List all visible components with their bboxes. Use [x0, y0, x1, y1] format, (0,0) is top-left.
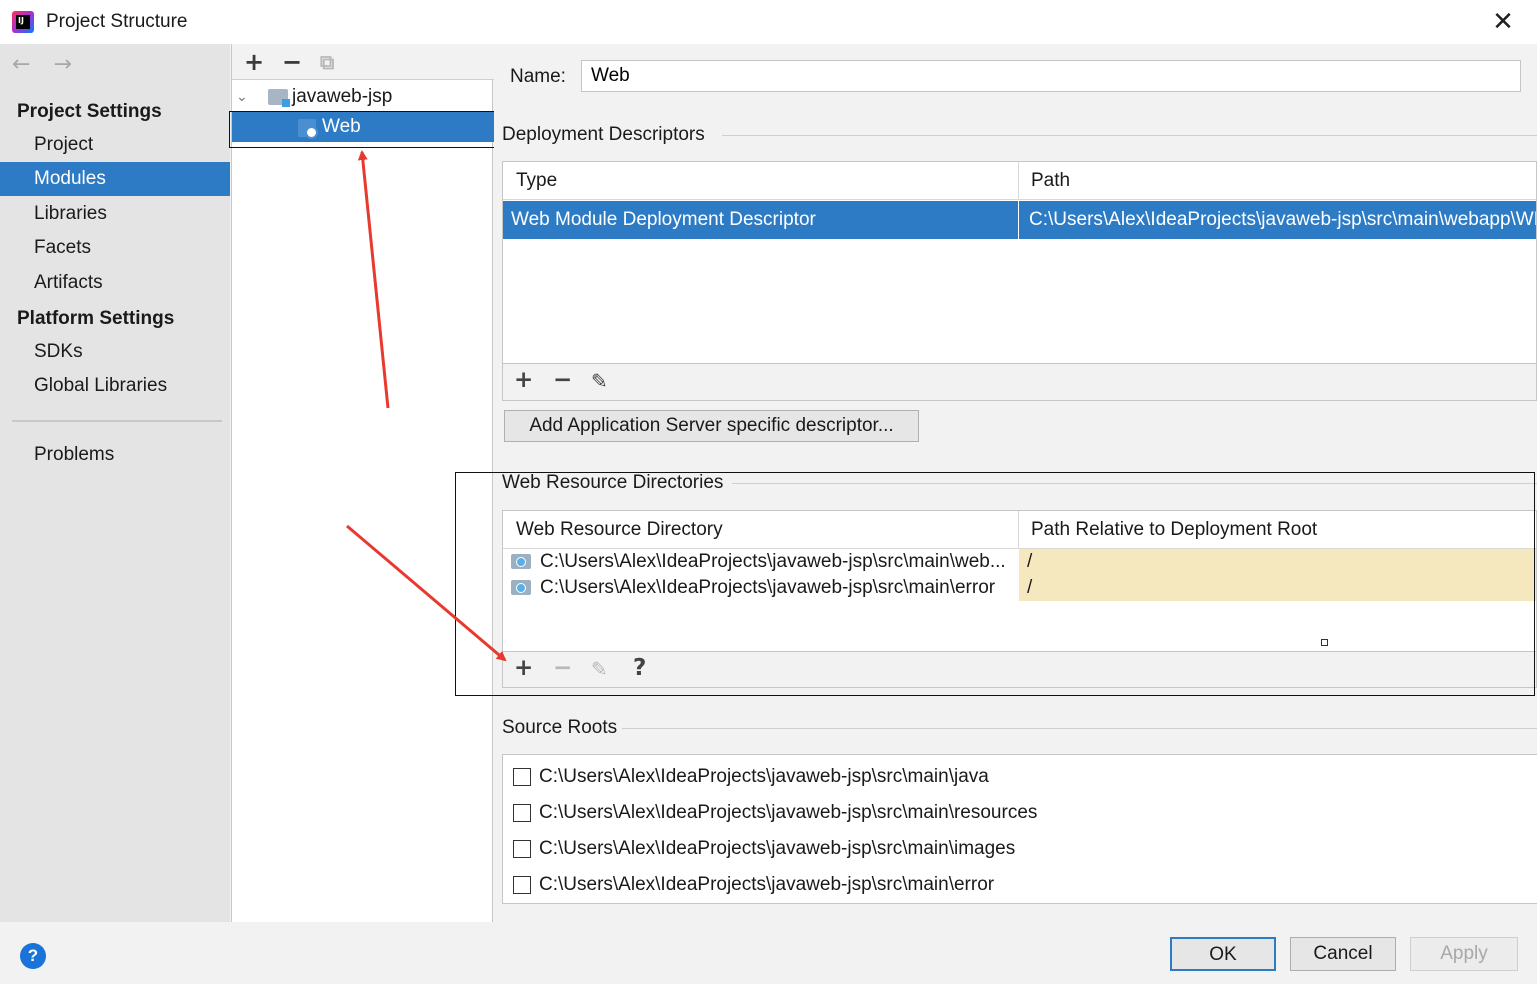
sidebar-divider [12, 420, 222, 422]
sidebar-item-artifacts[interactable]: Artifacts [0, 266, 230, 300]
intellij-logo-icon: IJ [12, 11, 34, 33]
sidebar-item-project[interactable]: Project [0, 128, 230, 162]
apply-button[interactable]: Apply [1410, 937, 1518, 971]
project-settings-heading: Project Settings [17, 101, 162, 122]
tree-node-label: javaweb-jsp [292, 86, 393, 107]
ok-button[interactable]: OK [1170, 937, 1276, 971]
window-title: Project Structure [46, 11, 188, 32]
chevron-down-icon[interactable]: ⌄ [236, 82, 248, 112]
remove-icon[interactable]: − [282, 48, 302, 76]
source-root-item[interactable]: C:\Users\Alex\IdeaProjects\javaweb-jsp\s… [503, 872, 1537, 898]
section-divider [722, 135, 1537, 136]
source-root-path: C:\Users\Alex\IdeaProjects\javaweb-jsp\s… [539, 802, 1038, 823]
tree-node-javaweb-jsp[interactable]: ⌄ javaweb-jsp [232, 82, 494, 112]
tree-toolbar: + − ⧉ [232, 44, 494, 80]
source-root-checkbox[interactable] [513, 840, 531, 858]
source-root-item[interactable]: C:\Users\Alex\IdeaProjects\javaweb-jsp\s… [503, 764, 1537, 790]
table-row-type[interactable]: Web Module Deployment Descriptor [503, 201, 1018, 239]
column-header-type[interactable]: Type [503, 162, 1018, 200]
close-icon[interactable]: ✕ [1489, 8, 1517, 36]
module-folder-icon [268, 89, 290, 107]
source-root-checkbox[interactable] [513, 768, 531, 786]
source-roots-list: C:\Users\Alex\IdeaProjects\javaweb-jsp\s… [502, 754, 1537, 904]
history-nav: ← → [12, 52, 88, 77]
deployment-descriptors-table: Type Path Web Module Deployment Descript… [502, 161, 1537, 401]
cancel-button[interactable]: Cancel [1290, 937, 1396, 971]
back-arrow-icon[interactable]: ← [12, 52, 30, 77]
edit-pencil-icon[interactable]: ✎ [591, 369, 608, 393]
source-root-path: C:\Users\Alex\IdeaProjects\javaweb-jsp\s… [539, 874, 995, 895]
sidebar-item-modules[interactable]: Modules [0, 162, 230, 196]
sidebar-item-libraries[interactable]: Libraries [0, 197, 230, 231]
sidebar-item-sdks[interactable]: SDKs [0, 335, 230, 369]
source-root-checkbox[interactable] [513, 804, 531, 822]
source-root-item[interactable]: C:\Users\Alex\IdeaProjects\javaweb-jsp\s… [503, 800, 1537, 826]
source-root-item[interactable]: C:\Users\Alex\IdeaProjects\javaweb-jsp\s… [503, 836, 1537, 862]
sidebar-item-facets[interactable]: Facets [0, 231, 230, 265]
source-roots-heading: Source Roots [502, 717, 618, 738]
add-server-descriptor-button[interactable]: Add Application Server specific descript… [504, 410, 919, 442]
column-separator [1018, 201, 1019, 239]
forward-arrow-icon[interactable]: → [53, 52, 71, 77]
settings-sidebar: ← → Project Settings Project Modules Lib… [0, 44, 230, 922]
column-header-path[interactable]: Path [1018, 162, 1536, 200]
remove-icon[interactable]: − [553, 367, 572, 393]
name-label: Name: [510, 66, 566, 87]
annotation-highlight-box [455, 472, 1535, 696]
add-icon[interactable]: + [514, 367, 533, 393]
platform-settings-heading: Platform Settings [17, 308, 175, 329]
annotation-highlight-box [229, 111, 508, 148]
column-separator [1018, 162, 1019, 200]
source-root-checkbox[interactable] [513, 876, 531, 894]
source-root-path: C:\Users\Alex\IdeaProjects\javaweb-jsp\s… [539, 838, 1016, 859]
deployment-table-toolbar: + − ✎ [503, 363, 1536, 400]
section-divider [622, 728, 1537, 729]
table-row-path[interactable]: C:\Users\Alex\IdeaProjects\javaweb-jsp\s… [1019, 201, 1536, 239]
deployment-descriptors-heading: Deployment Descriptors [502, 124, 705, 145]
add-icon[interactable]: + [244, 48, 264, 76]
help-icon[interactable]: ? [20, 943, 46, 969]
copy-icon[interactable]: ⧉ [320, 50, 334, 74]
sidebar-item-global-libraries[interactable]: Global Libraries [0, 369, 230, 403]
name-field[interactable] [581, 60, 1521, 92]
source-root-path: C:\Users\Alex\IdeaProjects\javaweb-jsp\s… [539, 766, 989, 787]
sidebar-item-problems[interactable]: Problems [0, 438, 230, 472]
title-bar: IJ Project Structure ✕ [0, 0, 1537, 44]
module-tree-panel: + − ⧉ ⌄ javaweb-jsp Web [231, 44, 494, 922]
